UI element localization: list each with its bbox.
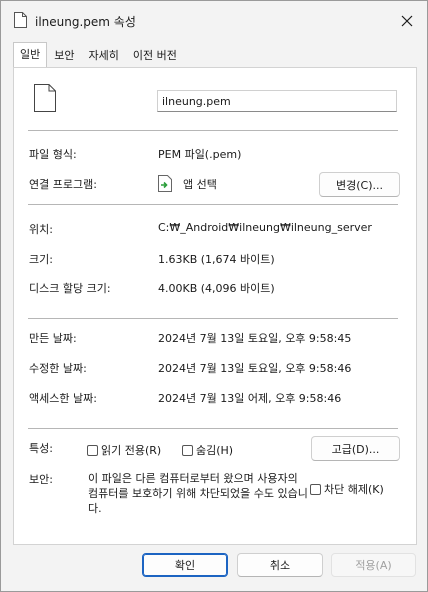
attributes-label: 특성: (29, 442, 53, 455)
tab-details[interactable]: 자세히 (82, 44, 126, 67)
tab-general[interactable]: 일반 (13, 42, 48, 67)
file-name-input[interactable] (157, 90, 397, 112)
location-label: 위치: (29, 223, 53, 236)
change-button[interactable]: 변경(C)... (319, 172, 400, 197)
file-type-label: 파일 형식: (29, 148, 77, 161)
tab-strip: 일반 보안 자세히 이전 버전 (13, 42, 184, 68)
created-label: 만든 날짜: (29, 332, 77, 345)
checkbox-box (182, 444, 193, 456)
file-icon (14, 12, 27, 28)
separator (28, 204, 398, 205)
security-label: 보안: (29, 473, 53, 486)
close-icon (401, 15, 413, 27)
checkbox-box (310, 483, 321, 495)
separator (28, 130, 398, 131)
accessed-label: 액세스한 날짜: (29, 392, 97, 405)
separator (28, 428, 398, 429)
tab-previous-versions[interactable]: 이전 버전 (126, 44, 184, 67)
opens-with-value: 앱 선택 (183, 178, 217, 191)
opens-with-label: 연결 프로그램: (29, 178, 97, 191)
location-value: C:₩_Android₩ilneung₩ilneung_server (158, 221, 372, 234)
general-panel: 파일 형식: PEM 파일(.pem) 연결 프로그램: 앱 선택 변경(C).… (13, 67, 417, 545)
unblock-label: 차단 해제(K) (324, 483, 384, 496)
created-value: 2024년 7월 13일 토요일, 오후 9:58:45 (158, 332, 352, 345)
unblock-checkbox[interactable]: 차단 해제(K) (310, 481, 384, 497)
document-icon (34, 84, 56, 112)
checkbox-box (87, 444, 98, 456)
advanced-button[interactable]: 고급(D)... (311, 436, 400, 461)
hidden-label: 숨김(H) (196, 444, 234, 457)
modified-label: 수정한 날짜: (29, 362, 87, 375)
cancel-button[interactable]: 취소 (237, 553, 323, 577)
title-bar: ilneung.pem 속성 (1, 1, 427, 41)
hidden-checkbox[interactable]: 숨김(H) (182, 442, 233, 458)
app-picker-icon (158, 175, 172, 192)
window-title: ilneung.pem 속성 (35, 15, 136, 29)
file-type-value: PEM 파일(.pem) (158, 148, 242, 161)
size-label: 크기: (29, 253, 53, 266)
accessed-value: 2024년 7월 13일 어제, 오후 9:58:46 (158, 392, 342, 405)
readonly-checkbox[interactable]: 읽기 전용(R) (87, 442, 161, 458)
modified-value: 2024년 7월 13일 토요일, 오후 9:58:46 (158, 362, 352, 375)
security-warning-text: 이 파일은 다른 컴퓨터로부터 왔으며 사용자의 컴퓨터를 보호하기 위해 차단… (88, 472, 308, 515)
ok-button[interactable]: 확인 (142, 553, 228, 577)
size-value: 1.63KB (1,674 바이트) (158, 253, 275, 266)
size-on-disk-value: 4.00KB (4,096 바이트) (158, 282, 275, 295)
properties-dialog: ilneung.pem 속성 일반 보안 자세히 이전 버전 파일 형식: PE… (0, 0, 428, 592)
separator (28, 318, 398, 319)
apply-button[interactable]: 적용(A) (331, 553, 416, 577)
readonly-label: 읽기 전용(R) (101, 444, 162, 457)
close-button[interactable] (393, 7, 421, 35)
size-on-disk-label: 디스크 할당 크기: (29, 282, 111, 295)
tab-security[interactable]: 보안 (47, 44, 81, 67)
